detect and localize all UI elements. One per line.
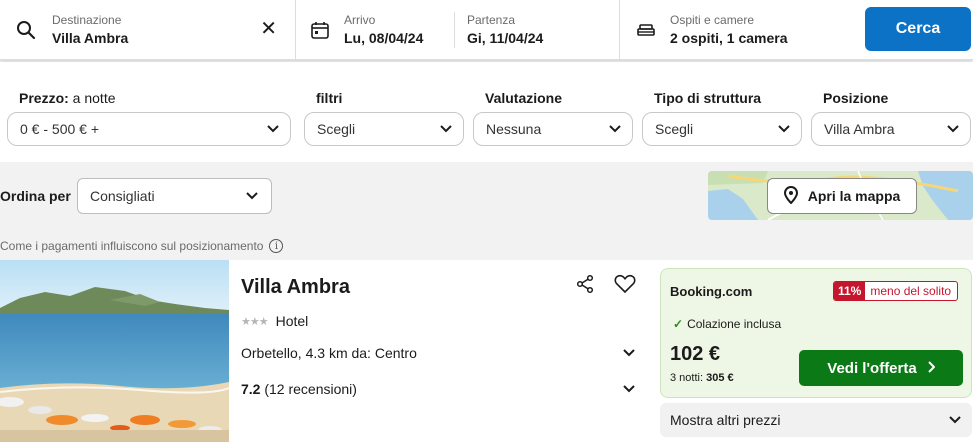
destination-label: Destinazione <box>52 12 122 27</box>
checkin-field[interactable]: Arrivo Lu, 08/04/24 <box>344 13 454 47</box>
price-filter: Prezzo: a notte 0 € - 500 € + <box>7 90 291 146</box>
more-prices-label: Mostra altri prezzi <box>670 412 781 428</box>
chevron-down-icon <box>439 121 453 137</box>
filters-value: Scegli <box>317 121 356 137</box>
chevron-down-icon <box>266 121 280 137</box>
position-filter: Posizione Villa Ambra <box>811 90 971 146</box>
reviews-summary: 7.2 (12 recensioni) <box>241 381 357 397</box>
map-pin-icon <box>783 185 798 207</box>
guests-field[interactable]: Ospiti e camere 2 ospiti, 1 camera <box>620 0 850 59</box>
provider-name: Booking.com <box>670 284 753 299</box>
filters-label: filtri <box>316 90 343 106</box>
type-label: Tipo di struttura <box>654 90 762 106</box>
reviews-row[interactable]: 7.2 (12 recensioni) <box>241 381 636 397</box>
more-prices-row[interactable]: Mostra altri prezzi <box>660 403 972 437</box>
sort-value: Consigliati <box>90 188 155 204</box>
total-prefix: 3 notti: <box>670 372 704 384</box>
deal-percent: 11% <box>834 282 866 300</box>
checkmark-icon: ✓ <box>673 317 684 331</box>
hotel-location: Orbetello, 4.3 km da: Centro <box>241 345 417 361</box>
hotel-result-card[interactable]: Villa Ambra ★★★ Hotel Orbetello, 4.3 km … <box>0 260 973 442</box>
rating-score: 7.2 <box>241 381 261 397</box>
total-value: 305 € <box>706 372 734 384</box>
checkout-value: Gi, 11/04/24 <box>467 29 544 46</box>
search-button[interactable]: Cerca <box>865 7 971 51</box>
chevron-down-icon <box>948 412 962 428</box>
price-value: 0 € - 500 € + <box>20 121 100 137</box>
hotel-stars: ★★★ Hotel <box>241 313 308 329</box>
guests-value: 2 ospiti, 1 camera <box>670 29 788 46</box>
total-price: 3 notti: 305 € <box>670 372 734 384</box>
hotel-photo[interactable] <box>0 260 229 442</box>
chevron-down-icon <box>608 121 622 137</box>
price-filter-label: Prezzo: a notte <box>19 90 291 108</box>
filters-dropdown[interactable]: Scegli <box>304 112 464 146</box>
type-dropdown[interactable]: Scegli <box>642 112 802 146</box>
type-filter: Tipo di struttura Scegli <box>642 90 802 146</box>
open-map-label: Apri la mappa <box>807 188 901 204</box>
date-divider <box>454 11 455 48</box>
rating-label: Valutazione <box>485 90 563 106</box>
type-value: Scegli <box>655 121 694 137</box>
search-bar: Destinazione Villa Ambra ✕ Arrivo Lu, 08… <box>0 0 973 60</box>
payment-note[interactable]: Come i pagamenti influiscono sul posizio… <box>0 239 284 253</box>
rating-value: Nessuna <box>486 121 542 137</box>
location-row[interactable]: Orbetello, 4.3 km da: Centro <box>241 345 636 361</box>
heart-icon[interactable] <box>614 274 636 299</box>
filter-bar: Prezzo: a notte 0 € - 500 € + filtri Sce… <box>0 62 973 162</box>
payment-note-text: Come i pagamenti influiscono sul posizio… <box>0 239 264 253</box>
view-offer-button[interactable]: Vedi l'offerta <box>799 350 963 386</box>
search-icon <box>16 20 36 40</box>
sort-label: Ordina per <box>0 188 71 204</box>
dates-field[interactable]: Arrivo Lu, 08/04/24 Partenza Gi, 11/04/2… <box>296 0 620 59</box>
deal-text: meno del solito <box>870 284 952 298</box>
destination-value: Villa Ambra <box>52 29 129 46</box>
price-label: Prezzo: <box>19 90 69 106</box>
deal-badge: 11% meno del solito <box>833 281 959 301</box>
chevron-down-icon <box>946 121 960 137</box>
breakfast-included: ✓ Colazione inclusa <box>673 317 781 331</box>
price-dropdown[interactable]: 0 € - 500 € + <box>7 112 291 146</box>
position-label: Posizione <box>823 90 889 106</box>
hotel-name[interactable]: Villa Ambra <box>241 276 350 299</box>
filters-filter: filtri Scegli <box>304 90 464 146</box>
view-offer-label: Vedi l'offerta <box>827 359 917 377</box>
clear-icon[interactable]: ✕ <box>260 19 277 39</box>
price-sub-label: a notte <box>68 90 116 106</box>
sort-dropdown[interactable]: Consigliati <box>77 178 272 214</box>
rating-dropdown[interactable]: Nessuna <box>473 112 633 146</box>
guests-label: Ospiti e camere <box>670 12 755 27</box>
star-rating-icon: ★★★ <box>241 315 269 328</box>
rating-count: (12 recensioni) <box>264 381 357 397</box>
chevron-right-icon <box>927 360 936 377</box>
rating-filter: Valutazione Nessuna <box>473 90 633 146</box>
position-value: Villa Ambra <box>824 121 895 137</box>
nightly-price: 102 € <box>670 343 721 365</box>
checkin-value: Lu, 08/04/24 <box>344 29 424 46</box>
chevron-down-icon <box>622 345 636 361</box>
position-dropdown[interactable]: Villa Ambra <box>811 112 971 146</box>
checkout-label: Partenza <box>467 12 516 27</box>
best-offer-box[interactable]: Booking.com 11% meno del solito ✓ Colazi… <box>660 268 972 398</box>
info-icon[interactable]: i <box>269 239 284 253</box>
share-icon[interactable] <box>575 274 595 299</box>
bed-icon <box>636 20 656 40</box>
hotel-type: Hotel <box>275 313 309 329</box>
destination-field[interactable]: Destinazione Villa Ambra ✕ <box>0 0 296 59</box>
open-map-button[interactable]: Apri la mappa <box>767 178 917 214</box>
calendar-icon <box>310 20 330 40</box>
chevron-down-icon <box>777 121 791 137</box>
chevron-down-icon <box>622 381 636 397</box>
checkin-label: Arrivo <box>344 12 376 27</box>
chevron-down-icon <box>245 188 259 204</box>
breakfast-text: Colazione inclusa <box>687 317 782 331</box>
checkout-field[interactable]: Partenza Gi, 11/04/24 <box>467 13 543 47</box>
